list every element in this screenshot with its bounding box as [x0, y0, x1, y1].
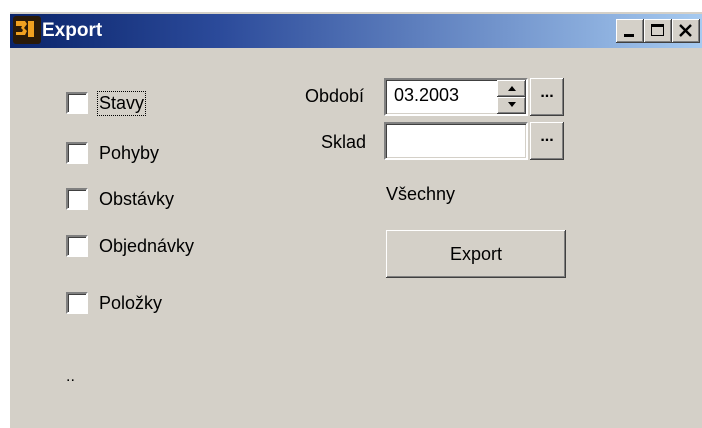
checkbox-pohyby[interactable]	[66, 142, 88, 164]
minimize-icon	[624, 34, 634, 37]
period-value[interactable]: 03.2003	[394, 85, 459, 106]
period-label: Období	[305, 86, 365, 106]
maximize-button[interactable]	[644, 19, 672, 43]
status-text: ..	[66, 368, 75, 385]
close-button[interactable]	[672, 19, 700, 43]
checkbox-label-obstavky[interactable]: Obstávky	[99, 189, 174, 210]
title-bar[interactable]	[10, 14, 702, 48]
spin-up-icon	[508, 86, 516, 91]
warehouse-label: Sklad	[321, 132, 367, 152]
warehouse-browse-button[interactable]: ...	[530, 122, 564, 160]
spin-down-button[interactable]	[497, 97, 526, 114]
window-border	[8, 12, 10, 428]
checkbox-objednavky[interactable]	[66, 235, 88, 257]
warehouse-field[interactable]	[384, 122, 528, 160]
period-browse-button[interactable]: ...	[530, 78, 564, 116]
checkbox-label-stavy[interactable]: Stavy	[96, 91, 147, 116]
checkbox-label-pohyby[interactable]: Pohyby	[99, 143, 159, 164]
window-title: Export	[42, 20, 103, 41]
close-icon	[679, 24, 692, 37]
checkbox-label-objednavky[interactable]: Objednávky	[99, 236, 194, 257]
warehouse-display-text: Všechny	[386, 184, 456, 204]
export-button[interactable]: Export	[386, 230, 566, 278]
checkbox-polozky[interactable]	[66, 292, 88, 314]
minimize-button[interactable]	[616, 19, 644, 43]
export-window	[8, 12, 702, 428]
checkbox-stavy[interactable]	[66, 92, 88, 114]
app-logo-icon	[13, 16, 41, 44]
checkbox-obstavky[interactable]	[66, 188, 88, 210]
spin-down-icon	[508, 102, 516, 107]
checkbox-label-polozky[interactable]: Položky	[99, 293, 162, 314]
spin-up-button[interactable]	[497, 80, 526, 97]
maximize-icon	[651, 24, 664, 36]
